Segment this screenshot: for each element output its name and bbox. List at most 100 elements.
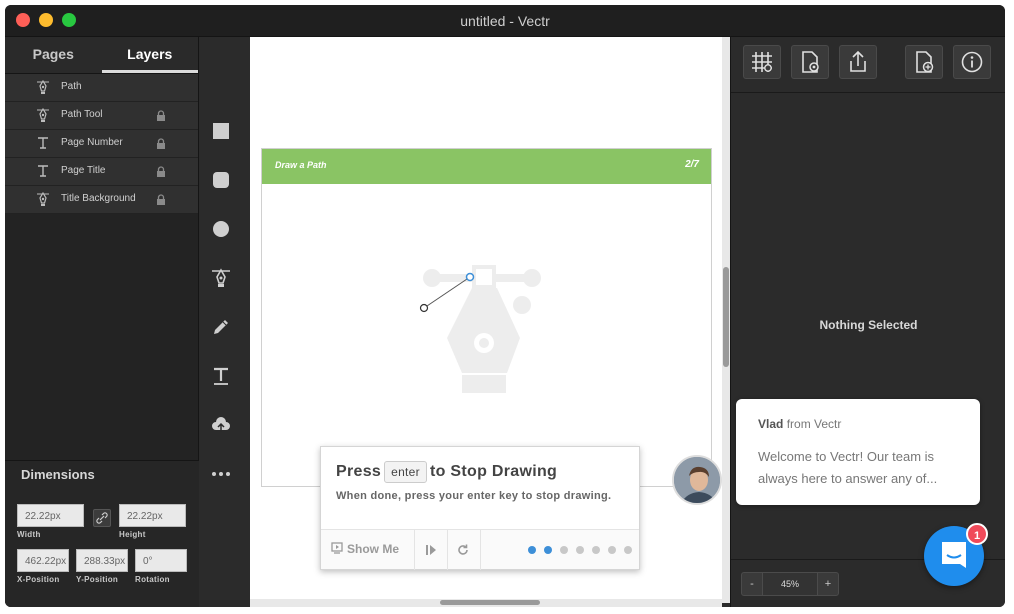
window-title: untitled - Vectr bbox=[460, 13, 550, 29]
lock-icon[interactable] bbox=[155, 110, 167, 122]
avatar bbox=[672, 455, 722, 505]
text-tool-icon[interactable] bbox=[210, 365, 232, 387]
chat-message-card[interactable]: Vlad from Vectr Welcome to Vectr! Our te… bbox=[736, 399, 980, 505]
rotation-input[interactable]: 0° bbox=[135, 549, 187, 572]
y-position-input[interactable]: 288.33px bbox=[76, 549, 128, 572]
add-page-button[interactable] bbox=[905, 45, 943, 79]
next-step-icon[interactable] bbox=[423, 542, 439, 558]
lock-icon[interactable] bbox=[155, 138, 167, 150]
step-dot[interactable] bbox=[576, 546, 584, 554]
panel-tabs: Pages Layers bbox=[5, 37, 198, 74]
vertical-scroll-thumb[interactable] bbox=[723, 267, 729, 367]
width-input[interactable]: 22.22px bbox=[17, 504, 84, 527]
grid-button[interactable] bbox=[743, 45, 781, 79]
artboard[interactable]: Draw a Path 2/7 bbox=[261, 148, 712, 487]
x-position-label: X-Position bbox=[17, 575, 60, 584]
y-position-label: Y-Position bbox=[76, 575, 119, 584]
text-icon bbox=[38, 137, 48, 149]
artboard-page-number[interactable]: 2/7 bbox=[685, 159, 699, 170]
step-dot[interactable] bbox=[592, 546, 600, 554]
page-settings-button[interactable] bbox=[791, 45, 829, 79]
width-label: Width bbox=[17, 530, 41, 539]
chat-sender: Vlad from Vectr bbox=[758, 417, 841, 431]
link-dimensions-button[interactable] bbox=[93, 509, 111, 527]
info-icon bbox=[961, 51, 983, 73]
chat-sender-org: from Vectr bbox=[786, 417, 842, 431]
page-settings-icon bbox=[802, 51, 819, 73]
right-panel: Nothing Selected - 45% + bbox=[730, 37, 1005, 607]
lock-icon[interactable] bbox=[155, 194, 167, 206]
rectangle-tool-icon[interactable] bbox=[210, 120, 232, 142]
tutorial-title: Press enter to Stop Drawing bbox=[336, 461, 557, 483]
step-dot[interactable] bbox=[528, 546, 536, 554]
layer-name: Page Number bbox=[61, 137, 123, 148]
tutorial-tooltip: Press enter to Stop Drawing When done, pre… bbox=[320, 446, 640, 570]
share-button[interactable] bbox=[839, 45, 877, 79]
lock-icon[interactable] bbox=[155, 166, 167, 178]
layer-item-page-title[interactable]: Page Title bbox=[5, 158, 198, 186]
dimensions-panel: Dimensions 22.22px Width 22.22px Height … bbox=[5, 460, 199, 607]
pencil-tool-icon[interactable] bbox=[210, 316, 232, 338]
vertical-scrollbar[interactable] bbox=[722, 37, 730, 603]
chat-message-text: Welcome to Vectr! Our team is always her… bbox=[758, 449, 938, 486]
dimensions-title: Dimensions bbox=[21, 467, 95, 482]
chat-unread-badge: 1 bbox=[966, 523, 988, 545]
rounded-rect-tool-icon[interactable] bbox=[210, 169, 232, 191]
grid-icon bbox=[752, 52, 772, 72]
layer-list: Path Path Tool Page Number Page Title Ti… bbox=[5, 74, 198, 214]
layer-name: Path bbox=[61, 81, 82, 92]
ellipse-tool-icon[interactable] bbox=[210, 218, 232, 240]
layer-item-title-background[interactable]: Title Background bbox=[5, 186, 198, 214]
right-toolbar bbox=[731, 37, 1005, 93]
layer-item-path[interactable]: Path bbox=[5, 74, 198, 102]
left-panel: Pages Layers Path Path Tool Page Number … bbox=[5, 37, 199, 607]
show-me-button[interactable]: Show Me bbox=[331, 542, 399, 556]
artboard-title-background[interactable]: Draw a Path 2/7 bbox=[262, 149, 711, 184]
tab-layers[interactable]: Layers bbox=[101, 37, 198, 73]
x-position-input[interactable]: 462.22px bbox=[17, 549, 69, 572]
enter-key-badge: enter bbox=[384, 461, 427, 483]
pen-icon bbox=[37, 107, 49, 122]
show-me-label: Show Me bbox=[347, 542, 400, 556]
tutorial-title-end: to Stop Drawing bbox=[429, 463, 558, 481]
tool-strip bbox=[200, 37, 249, 607]
more-icon[interactable] bbox=[210, 463, 232, 485]
pen-tool-icon[interactable] bbox=[210, 267, 232, 289]
layer-name: Title Background bbox=[61, 193, 136, 204]
zoom-in-button[interactable]: + bbox=[817, 572, 839, 596]
layer-item-path-tool[interactable]: Path Tool bbox=[5, 102, 198, 130]
layer-item-page-number[interactable]: Page Number bbox=[5, 130, 198, 158]
info-button[interactable] bbox=[953, 45, 991, 79]
rotation-label: Rotation bbox=[135, 575, 170, 584]
title-bar: untitled - Vectr bbox=[5, 5, 1005, 37]
tutorial-footer: Show Me bbox=[321, 529, 639, 570]
horizontal-scroll-thumb[interactable] bbox=[440, 600, 540, 605]
pen-icon bbox=[37, 79, 49, 94]
upload-tool-icon[interactable] bbox=[210, 414, 232, 436]
text-icon bbox=[38, 165, 48, 177]
height-input[interactable]: 22.22px bbox=[119, 504, 186, 527]
step-dot[interactable] bbox=[608, 546, 616, 554]
step-dot[interactable] bbox=[544, 546, 552, 554]
height-label: Height bbox=[119, 530, 146, 539]
zoom-out-button[interactable]: - bbox=[741, 572, 763, 596]
chat-sender-name: Vlad bbox=[758, 417, 784, 431]
share-icon bbox=[850, 50, 866, 72]
step-dot[interactable] bbox=[624, 546, 632, 554]
restart-icon[interactable] bbox=[455, 542, 471, 558]
tab-pages[interactable]: Pages bbox=[5, 37, 102, 73]
horizontal-scrollbar[interactable] bbox=[250, 599, 722, 607]
step-dot[interactable] bbox=[560, 546, 568, 554]
selection-status: Nothing Selected bbox=[819, 318, 918, 332]
zoom-level[interactable]: 45% bbox=[763, 572, 817, 596]
tutorial-subtitle: When done, press your enter key to stop … bbox=[336, 490, 612, 502]
footer-divider bbox=[414, 530, 415, 570]
link-icon bbox=[96, 512, 108, 524]
footer-divider bbox=[447, 530, 448, 570]
layer-name: Page Title bbox=[61, 165, 106, 176]
footer-divider bbox=[480, 530, 481, 570]
add-page-icon bbox=[916, 51, 934, 73]
layer-name: Path Tool bbox=[61, 109, 103, 120]
tutorial-title-start: Press bbox=[336, 463, 382, 481]
artboard-title[interactable]: Draw a Path bbox=[275, 160, 327, 170]
